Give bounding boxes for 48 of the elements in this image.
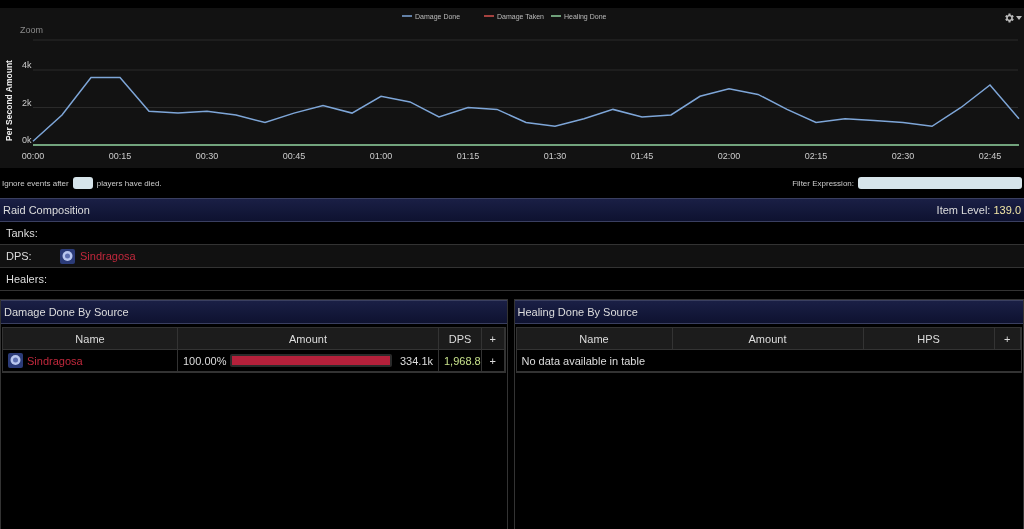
filter-label: Ignore events after	[2, 178, 69, 188]
tick-label: 01:45	[630, 151, 654, 161]
expand-button[interactable]: +	[482, 350, 505, 371]
filter-label: players have died.	[96, 178, 162, 188]
tick-label: 01:30	[543, 151, 567, 161]
zoom-label[interactable]: Zoom	[20, 25, 43, 35]
amount-text: 334.1k	[399, 354, 433, 367]
tick-label: 02:00	[717, 151, 741, 161]
empty-message: No data available in table	[516, 350, 1021, 372]
tick-label: 0k	[22, 135, 32, 145]
portrait-icon	[8, 353, 23, 368]
tick-label: 00:30	[195, 151, 219, 161]
axis-title: Per Second Amount	[4, 60, 14, 141]
item-level: Item Level: 139.0	[936, 204, 1021, 216]
panel-title: Healing Done By Source	[517, 306, 638, 318]
player-name[interactable]: Sindragosa	[27, 354, 83, 367]
caret-icon	[1016, 16, 1022, 20]
column-header[interactable]: Amount	[672, 328, 864, 349]
settings-icon	[1003, 12, 1015, 24]
panel-title: Damage Done By Source	[4, 306, 129, 318]
tick-label: 01:00	[369, 151, 393, 161]
tick-label: 02:15	[804, 151, 828, 161]
column-header[interactable]: HPS	[863, 328, 995, 349]
column-header[interactable]: +	[994, 328, 1021, 349]
column-header[interactable]: Amount	[178, 328, 439, 349]
tick-label: 02:30	[891, 151, 915, 161]
tick-label: 02:45	[978, 151, 1002, 161]
column-header[interactable]: DPS	[439, 328, 482, 349]
section-title: Raid Composition	[3, 204, 90, 216]
tick-label: 00:00	[21, 151, 45, 161]
role-label: Healers:	[6, 273, 48, 285]
filter-expression-input[interactable]	[858, 177, 1022, 189]
death-count-input[interactable]	[72, 177, 93, 189]
column-header[interactable]: Name	[516, 328, 673, 349]
role-label: DPS:	[6, 250, 33, 262]
column-header[interactable]: Name	[3, 328, 178, 349]
tick-label: 00:45	[282, 151, 306, 161]
column-header[interactable]: +	[482, 328, 505, 349]
portrait-icon	[60, 248, 75, 264]
filter-label: Filter Expression:	[792, 178, 854, 188]
dps-cell: 1,968.8	[439, 350, 482, 371]
tick-label: 2k	[22, 97, 32, 108]
tick-label: 00:15	[108, 151, 132, 161]
role-label: Tanks:	[6, 227, 39, 239]
settings-button[interactable]	[1003, 12, 1022, 24]
tick-label: 01:15	[456, 151, 480, 161]
tick-label: 4k	[22, 60, 32, 70]
percent-text: 100.00%	[183, 354, 227, 367]
